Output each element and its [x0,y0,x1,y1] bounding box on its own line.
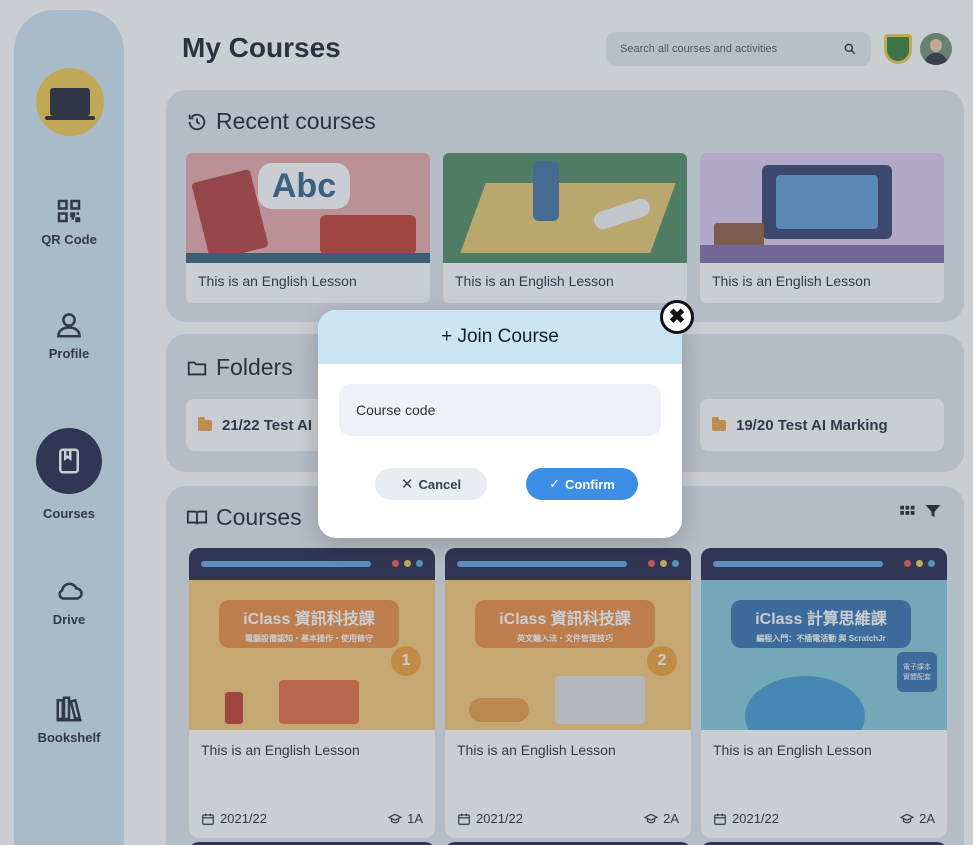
close-x-icon: ✕ [400,476,414,493]
join-course-dialog: + Join Course ✕ Cancel ✓ Confirm [318,310,682,538]
dialog-title: + Join Course [318,310,682,364]
course-code-input[interactable] [339,384,661,436]
close-dialog-button[interactable]: ✖ [660,300,694,334]
app-page: QR Code Profile Courses Drive Bookshelf … [0,0,973,845]
confirm-button[interactable]: ✓ Confirm [526,468,638,500]
cancel-button[interactable]: ✕ Cancel [375,468,487,500]
checkmark-icon: ✓ [549,476,561,491]
